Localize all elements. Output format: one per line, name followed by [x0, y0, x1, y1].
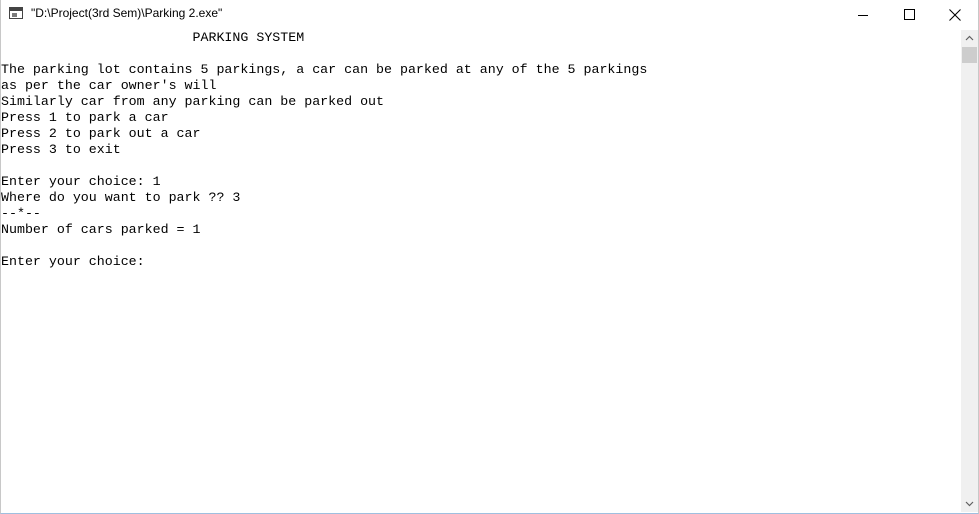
console-line: Press 2 to park out a car [1, 126, 201, 141]
console-output[interactable]: PARKING SYSTEM The parking lot contains … [1, 30, 961, 512]
console-line: Where do you want to park ?? 3 [1, 190, 241, 205]
console-line: The parking lot contains 5 parkings, a c… [1, 62, 648, 77]
window-title: "D:\Project(3rd Sem)\Parking 2.exe" [31, 6, 223, 20]
chevron-up-icon [965, 35, 974, 41]
console-line: PARKING SYSTEM [1, 30, 305, 45]
console-app-icon[interactable] [9, 7, 23, 19]
title-bar[interactable]: "D:\Project(3rd Sem)\Parking 2.exe" [1, 0, 978, 30]
console-line: Similarly car from any parking can be pa… [1, 94, 385, 109]
console-line: Press 1 to park a car [1, 110, 169, 125]
console-window: "D:\Project(3rd Sem)\Parking 2.exe" PARK… [0, 0, 979, 514]
console-line: as per the car owner's will [1, 78, 217, 93]
chevron-down-icon [965, 501, 974, 507]
close-icon [949, 9, 961, 21]
vertical-scrollbar[interactable] [961, 30, 978, 512]
console-line: Press 3 to exit [1, 142, 121, 157]
close-button[interactable] [932, 0, 978, 30]
console-line: Number of cars parked = 1 [1, 222, 201, 237]
maximize-icon [904, 9, 915, 20]
console-line: --*-- [1, 206, 41, 221]
console-prompt: Enter your choice: [1, 254, 145, 269]
minimize-button[interactable] [840, 0, 886, 30]
minimize-icon [858, 15, 868, 16]
scroll-up-button[interactable] [961, 30, 978, 47]
maximize-button[interactable] [886, 0, 932, 30]
console-line: Enter your choice: 1 [1, 174, 161, 189]
scroll-down-button[interactable] [961, 495, 978, 512]
scroll-thumb[interactable] [962, 47, 977, 63]
